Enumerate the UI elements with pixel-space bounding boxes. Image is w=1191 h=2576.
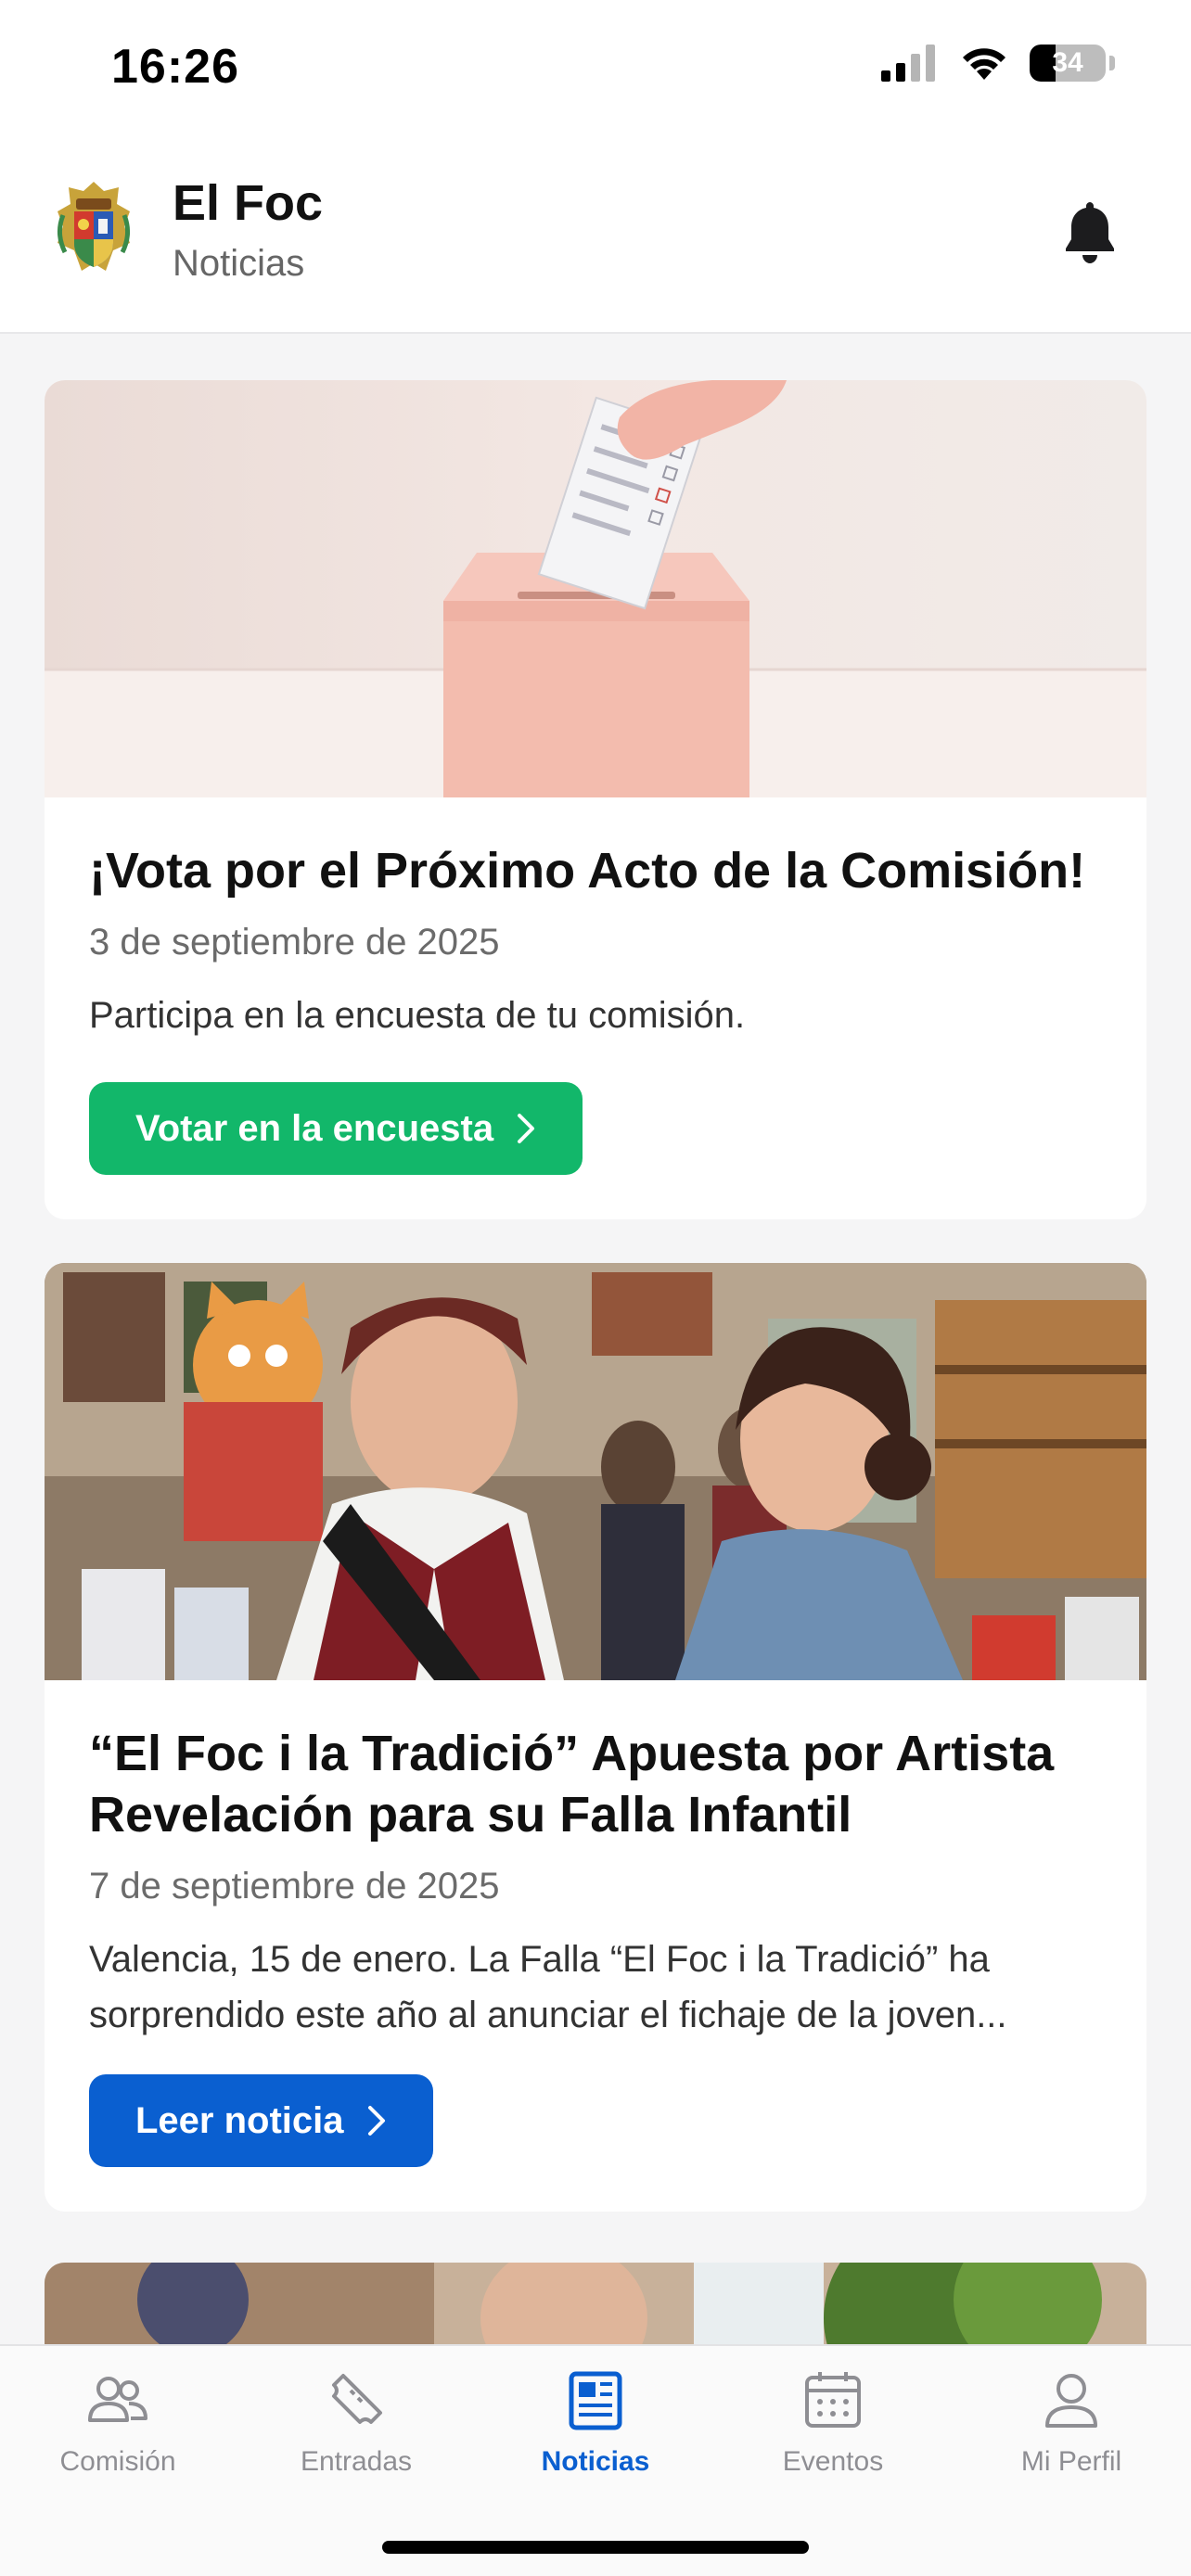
app-title: El Foc [173, 175, 324, 231]
tab-mi-perfil[interactable]: Mi Perfil [969, 2366, 1173, 2478]
person-icon [1045, 2374, 1097, 2428]
people-icon [88, 2377, 147, 2422]
calendar-icon [805, 2372, 861, 2428]
status-time: 16:26 [111, 40, 239, 94]
bell-icon[interactable] [1061, 198, 1119, 265]
tab-entradas[interactable]: Entradas [254, 2366, 458, 2478]
status-icons: 34 [881, 45, 1115, 82]
page-subtitle: Noticias [173, 243, 305, 284]
coat-of-arms-icon [58, 182, 130, 271]
battery-cap [1109, 56, 1115, 70]
battery-percentage: 34 [1052, 47, 1083, 78]
news-card-photo [45, 2263, 1146, 2344]
news-card[interactable]: ¡Vota por el Próximo Acto de la Comisión… [45, 380, 1146, 1219]
falla-artists-photo [45, 1263, 1146, 1680]
chevron-right-icon [518, 1114, 535, 1143]
cellular-signal-icon [881, 45, 935, 82]
wifi-icon [963, 48, 1005, 80]
news-card-body: ¡Vota por el Próximo Acto de la Comisión… [45, 797, 1146, 1219]
read-news-button-label: Leer noticia [135, 2099, 344, 2141]
news-description: Participa en la encuesta de tu comisión. [89, 995, 746, 1036]
news-card-body: “El Foc i la Tradició” Apuesta por Artis… [45, 1680, 1146, 2212]
tab-label: Noticias [541, 2446, 650, 2477]
news-title: ¡Vota por el Próximo Acto de la Comisión… [89, 843, 1086, 899]
tab-eventos[interactable]: Eventos [731, 2366, 935, 2478]
status-bar: 16:26 34 [0, 0, 1191, 139]
app-screen: 16:26 34 El Foc Noticias ¡Vota por el Pr… [0, 0, 1191, 2576]
battery-icon: 34 [1030, 45, 1106, 82]
ballot-box-photo [45, 380, 1146, 797]
news-description: Valencia, 15 de enero. La Falla “El Foc … [89, 1939, 1007, 2035]
vote-survey-button-label: Votar en la encuesta [135, 1107, 494, 1149]
news-title: “El Foc i la Tradició” Apuesta por Artis… [89, 1726, 1055, 1843]
news-card[interactable] [45, 2263, 1146, 2344]
home-indicator[interactable] [382, 2541, 809, 2554]
ticket-icon [332, 2374, 382, 2424]
newspaper-icon [569, 2371, 622, 2430]
news-feed[interactable]: ¡Vota por el Próximo Acto de la Comisión… [0, 334, 1191, 2344]
vote-survey-button[interactable]: Votar en la encuesta [89, 1082, 583, 1175]
tab-noticias[interactable]: Noticias [493, 2366, 698, 2478]
chevron-right-icon [367, 2106, 385, 2136]
tab-label: Mi Perfil [1020, 2446, 1122, 2477]
news-date: 7 de septiembre de 2025 [89, 1866, 500, 1906]
read-news-button[interactable]: Leer noticia [89, 2074, 433, 2167]
news-card[interactable]: “El Foc i la Tradició” Apuesta por Artis… [45, 1263, 1146, 2212]
news-date: 3 de septiembre de 2025 [89, 922, 500, 963]
tab-label: Eventos [782, 2446, 884, 2477]
app-header: El Foc Noticias [0, 139, 1191, 334]
tab-label: Comisión [59, 2446, 176, 2477]
tab-label: Entradas [300, 2446, 413, 2477]
tab-comision[interactable]: Comisión [16, 2366, 220, 2478]
